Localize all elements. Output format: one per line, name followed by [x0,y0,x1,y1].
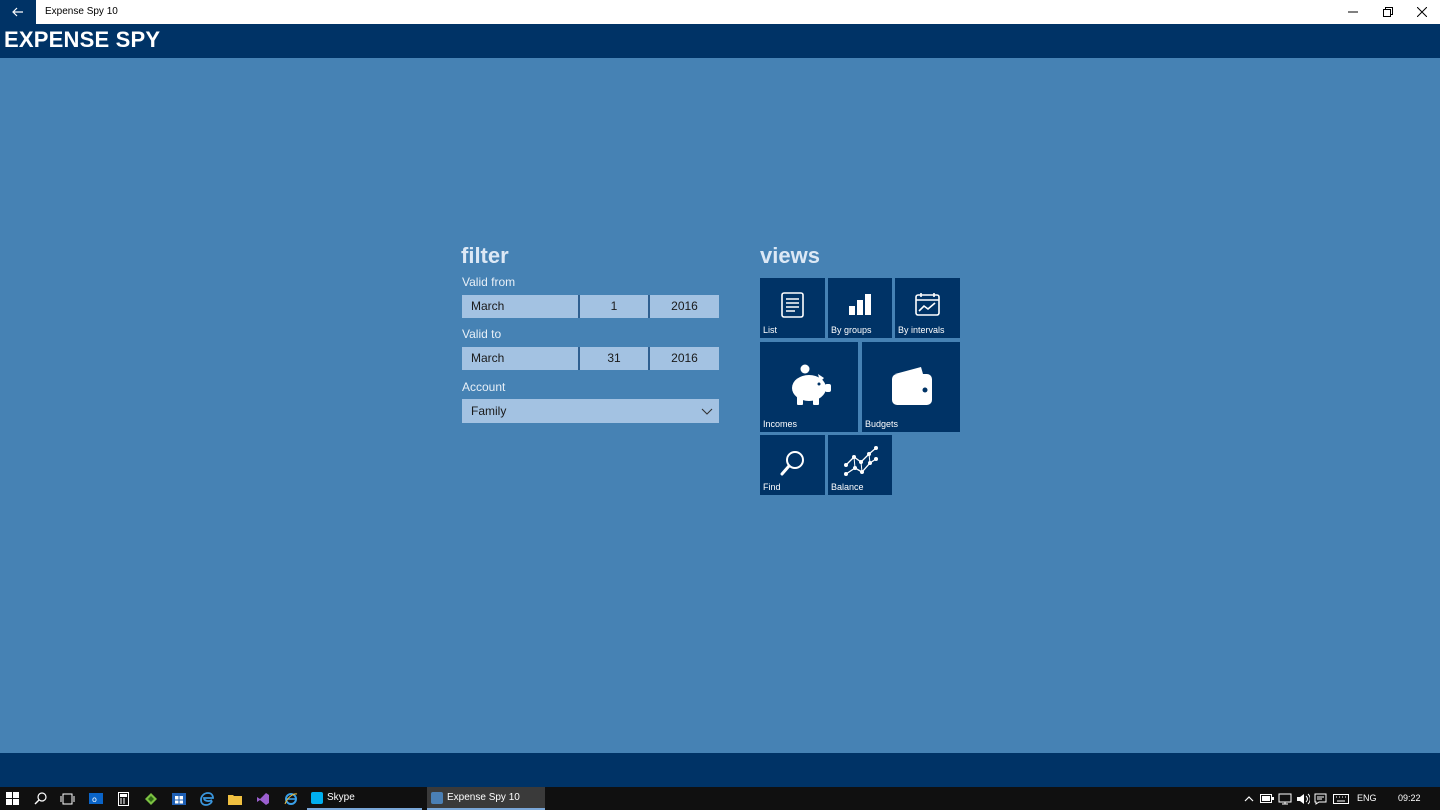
internet-explorer-icon [284,792,297,805]
minimize-icon [1348,11,1358,13]
keyboard-icon [1332,793,1349,804]
svg-text:o: o [92,795,97,804]
calculator-app-button[interactable] [115,790,132,807]
restore-icon [1383,7,1393,17]
show-hidden-icons-button[interactable] [1240,790,1257,807]
app-title: EXPENSE SPY [4,27,161,52]
valid-to-label: Valid to [462,327,502,341]
valid-from-day[interactable]: 1 [578,295,648,318]
network-icon [844,446,878,476]
minimize-button[interactable] [1336,0,1370,24]
back-arrow-icon [12,7,23,17]
budgets-view-tile[interactable]: Budgets [862,342,960,432]
balance-tile-label: Balance [831,482,864,492]
app-header: EXPENSE SPY [0,24,1440,58]
green-app-icon [144,793,157,805]
wallet-icon [892,367,932,405]
find-view-tile[interactable]: Find [760,435,825,495]
battery-button[interactable] [1258,790,1275,807]
store-app-button[interactable] [170,790,187,807]
by-groups-tile-label: By groups [831,325,872,335]
store-icon [171,793,186,805]
find-tile-label: Find [763,482,781,492]
account-selected-value: Family [471,404,507,418]
bar-chart-icon [849,294,871,315]
incomes-view-tile[interactable]: Incomes [760,342,858,432]
chevron-down-icon [701,408,713,415]
windows-logo-icon [6,792,19,805]
taskbar-expense-spy[interactable]: Expense Spy 10 [427,787,545,810]
calculator-icon [118,791,129,806]
visual-studio-icon [256,792,269,805]
windows-taskbar: o Skype Expense Spy 10 ENG 09:22 [0,787,1440,810]
list-view-tile[interactable]: List [760,278,825,338]
by-intervals-view-tile[interactable]: By intervals [895,278,960,338]
valid-from-date-picker[interactable]: March 1 2016 [462,295,719,318]
file-explorer-button[interactable] [226,790,243,807]
restore-button[interactable] [1371,0,1405,24]
valid-to-date-picker[interactable]: March 31 2016 [462,347,719,370]
valid-to-year[interactable]: 2016 [648,347,719,370]
list-icon [781,292,804,318]
close-icon [1417,7,1427,17]
incomes-tile-label: Incomes [763,419,798,429]
taskbar-skype[interactable]: Skype [307,787,422,810]
expense-spy-icon [431,791,443,804]
taskbar-expense-spy-label: Expense Spy 10 [447,792,520,803]
valid-from-label: Valid from [462,275,516,289]
filter-heading: filter [461,243,509,268]
touch-keyboard-button[interactable] [1332,790,1349,807]
back-button[interactable] [0,0,36,24]
close-button[interactable] [1405,0,1439,24]
start-button[interactable] [4,790,21,807]
folder-icon [227,794,242,805]
views-heading: views [760,243,820,268]
calendar-chart-icon [915,293,940,316]
valid-to-day[interactable]: 31 [578,347,648,370]
visual-studio-button[interactable] [254,790,271,807]
window-title: Expense Spy 10 [45,6,118,17]
bottom-app-bar [0,753,1440,787]
outlook-app-button[interactable]: o [87,790,104,807]
account-label: Account [462,380,506,394]
budgets-tile-label: Budgets [865,419,899,429]
window-title-bar: Expense Spy 10 [0,0,1440,24]
volume-button[interactable] [1294,790,1311,807]
piggy-bank-icon [792,364,831,405]
money-app-button[interactable] [142,790,159,807]
speaker-icon [1296,793,1310,804]
list-tile-label: List [763,325,778,335]
search-icon [34,792,47,805]
notification-icon [1314,793,1327,805]
valid-to-month[interactable]: March [462,347,578,370]
valid-from-month[interactable]: March [462,295,578,318]
search-icon [780,451,804,476]
account-dropdown[interactable]: Family [462,399,719,423]
balance-view-tile[interactable]: Balance [828,435,892,495]
skype-icon [311,791,323,804]
by-intervals-tile-label: By intervals [898,325,945,335]
by-groups-view-tile[interactable]: By groups [828,278,892,338]
valid-from-year[interactable]: 2016 [648,295,719,318]
internet-explorer-button[interactable] [282,790,299,807]
taskbar-skype-label: Skype [327,792,355,803]
action-center-button[interactable] [1312,790,1329,807]
taskbar-search-button[interactable] [32,790,49,807]
network-wired-icon [1278,793,1291,804]
outlook-icon: o [88,793,103,804]
task-view-icon [60,793,75,804]
edge-app-button[interactable] [198,790,215,807]
network-button[interactable] [1276,790,1293,807]
chevron-up-icon [1244,795,1253,801]
clock[interactable]: 09:22 [1398,787,1421,810]
battery-icon [1259,794,1274,803]
edge-icon [199,791,214,806]
task-view-button[interactable] [59,790,76,807]
input-language-indicator[interactable]: ENG [1357,787,1377,810]
